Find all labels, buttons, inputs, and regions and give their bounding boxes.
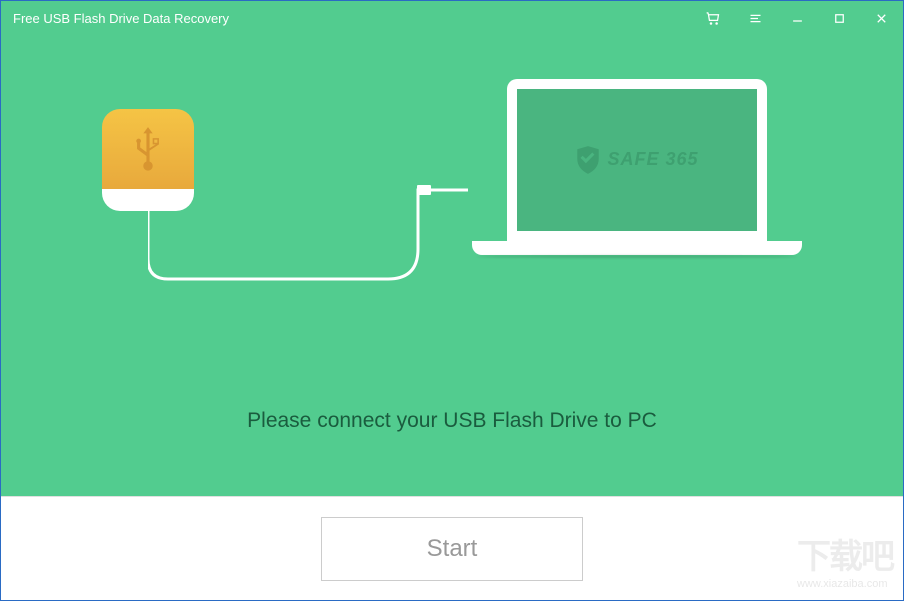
cart-icon: [706, 11, 721, 26]
minimize-button[interactable]: [783, 4, 811, 32]
cable-plug: [417, 185, 431, 195]
usb-icon: [129, 124, 167, 174]
main-content: SAFE 365 Please connect your USB Flash D…: [1, 35, 903, 496]
instruction-text: Please connect your USB Flash Drive to P…: [247, 409, 657, 433]
brand-text: SAFE 365: [607, 149, 698, 170]
cable-graphic: [148, 184, 468, 304]
usb-device-graphic: [102, 109, 194, 211]
window-title: Free USB Flash Drive Data Recovery: [13, 11, 699, 26]
usb-base: [102, 189, 194, 211]
connect-illustration: SAFE 365: [102, 79, 802, 359]
app-window: Free USB Flash Drive Data Recovery: [0, 0, 904, 601]
menu-icon: [748, 11, 763, 26]
titlebar: Free USB Flash Drive Data Recovery: [1, 1, 903, 35]
shield-icon: [575, 145, 601, 175]
laptop-frame: SAFE 365: [507, 79, 767, 241]
cart-button[interactable]: [699, 4, 727, 32]
laptop-graphic: SAFE 365: [472, 79, 802, 279]
laptop-screen: SAFE 365: [517, 89, 757, 231]
maximize-button[interactable]: [825, 4, 853, 32]
laptop-base: [472, 241, 802, 255]
menu-button[interactable]: [741, 4, 769, 32]
start-button[interactable]: Start: [321, 517, 583, 581]
close-button[interactable]: [867, 4, 895, 32]
close-icon: [874, 11, 889, 26]
titlebar-buttons: [699, 4, 895, 32]
bottom-bar: Start: [1, 496, 903, 600]
usb-body: [102, 109, 194, 189]
maximize-icon: [832, 11, 847, 26]
minimize-icon: [790, 11, 805, 26]
